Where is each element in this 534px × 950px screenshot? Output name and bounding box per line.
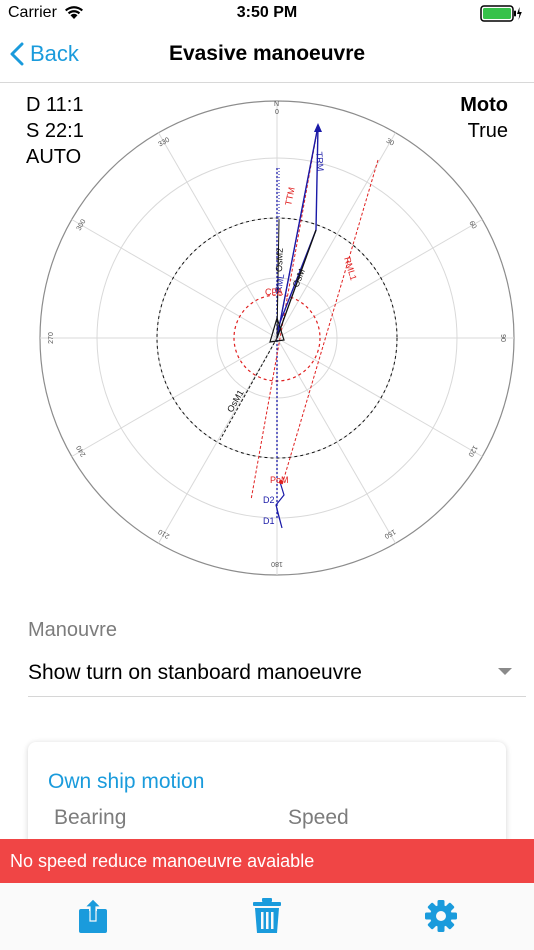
bearing-label: 90 <box>499 334 506 342</box>
navigation-bar: Back Evasive manoeuvre <box>0 28 534 83</box>
pom-label: PoM <box>270 475 289 485</box>
cpa-label: CPA <box>265 287 283 297</box>
bearing-label: 300 <box>76 218 88 232</box>
manouvre-value: Show turn on stanboard manoeuvre <box>28 661 362 684</box>
radar-plot[interactable]: 0 30 60 90 120 150 180 210 240 270 300 330 N TRM TT… <box>0 82 534 612</box>
bearing-label: 0 <box>275 109 279 116</box>
manouvre-label: Manouvre <box>28 619 117 641</box>
page-title: Evasive manoeuvre <box>168 42 366 65</box>
banner-text: No speed reduce manoeuvre avaiable <box>10 850 315 871</box>
rml-line <box>250 125 319 501</box>
osm1-vector <box>219 337 278 441</box>
bearing-label: 180 <box>271 560 283 567</box>
target-arrow <box>314 123 322 132</box>
bearing-spoke <box>71 219 278 339</box>
status-bar: Carrier 3:50 PM <box>0 0 534 28</box>
card-title: Own ship motion <box>48 770 205 793</box>
bearing-label: 330 <box>157 137 171 149</box>
bearing-label: 210 <box>157 527 171 539</box>
share-icon[interactable] <box>76 897 110 935</box>
bearing-spoke <box>276 132 396 339</box>
trash-icon[interactable] <box>250 897 284 935</box>
rml1-label: RML1 <box>342 256 359 282</box>
clock: 3:50 PM <box>236 4 298 21</box>
gear-icon[interactable] <box>424 897 458 935</box>
bearing-header: Bearing <box>54 806 127 829</box>
manouvre-dropdown[interactable]: Show turn on stanboard manoeuvre <box>28 650 526 697</box>
bearing-label: 150 <box>383 527 397 539</box>
trm-label: TRM <box>314 151 326 171</box>
d1-label: D1 <box>263 516 275 526</box>
north-label: N <box>274 101 279 108</box>
d2-label: D2 <box>263 495 275 505</box>
battery-charging-icon <box>480 5 522 22</box>
bottom-toolbar <box>0 883 534 950</box>
osm1-label: OsM1 <box>225 388 246 414</box>
ttm-label: TTM <box>283 186 297 206</box>
bearing-label: 270 <box>48 332 55 344</box>
osm-label: OsM <box>291 267 307 288</box>
bearing-spoke <box>158 132 278 339</box>
bearing-label: 120 <box>466 444 478 458</box>
bearing-spoke <box>71 337 278 457</box>
bearing-label: 60 <box>467 220 477 230</box>
bearing-label: 240 <box>76 444 88 458</box>
dropdown-arrow-icon <box>498 668 512 675</box>
bearing-label: 30 <box>385 138 395 148</box>
bearing-spoke <box>276 219 483 339</box>
error-banner: No speed reduce manoeuvre avaiable <box>0 839 534 883</box>
rml1-line <box>281 159 379 486</box>
speed-header: Speed <box>288 806 349 829</box>
osm2-label: OsM2 <box>274 248 285 272</box>
